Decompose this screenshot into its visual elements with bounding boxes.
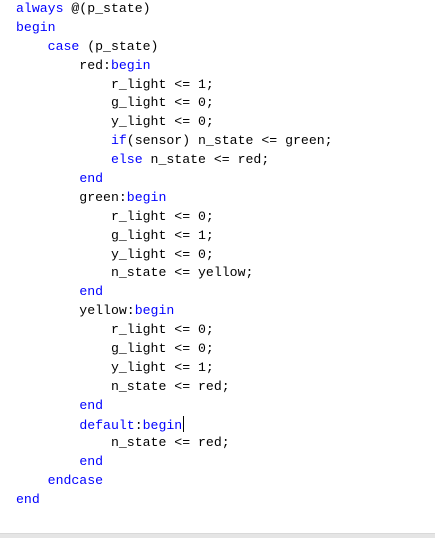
code-line[interactable]: r_light <= 1; [16, 76, 333, 95]
code-line[interactable]: r_light <= 0; [16, 208, 333, 227]
code-token: n_state <= red; [16, 435, 230, 451]
code-token: y_light <= 0; [16, 246, 214, 262]
code-line[interactable]: end [16, 491, 333, 510]
code-token: r_light <= 0; [16, 208, 214, 224]
code-line[interactable]: red:begin [16, 57, 333, 76]
keyword-token: begin [16, 19, 56, 35]
code-line[interactable]: end [16, 397, 333, 416]
code-line[interactable]: always @(p_state) [16, 0, 333, 19]
keyword-token: begin [110, 57, 151, 73]
keyword-token: begin [134, 303, 175, 319]
keyword-token: always [16, 1, 64, 16]
code-token: g_light <= 0; [16, 95, 214, 111]
code-line[interactable]: begin [16, 19, 333, 38]
code-token: g_light <= 0; [16, 341, 214, 357]
code-lines: always @(p_state) begin case (p_state) re… [16, 0, 333, 510]
code-line[interactable]: g_light <= 0; [16, 340, 333, 359]
code-editor[interactable]: always @(p_state) begin case (p_state) re… [0, 0, 435, 538]
code-token: : [134, 417, 143, 433]
keyword-token: endcase [47, 473, 104, 489]
code-token: r_light <= 0; [16, 322, 214, 338]
keyword-token: end [16, 492, 40, 508]
keyword-token: end [79, 284, 104, 300]
code-line[interactable]: case (p_state) [16, 38, 333, 57]
code-token: y_light <= 0; [16, 114, 214, 130]
keyword-token: begin [126, 189, 167, 205]
code-line[interactable]: green:begin [16, 189, 333, 208]
code-token: y_light <= 1; [16, 359, 214, 375]
code-line[interactable]: n_state <= red; [16, 378, 333, 397]
code-token: red: [16, 57, 111, 73]
code-line[interactable]: r_light <= 0; [16, 321, 333, 340]
code-line[interactable]: y_light <= 1; [16, 359, 333, 378]
code-token: n_state <= red; [142, 152, 270, 168]
keyword-token: case [47, 38, 80, 54]
keyword-token: end [79, 397, 104, 413]
code-token: yellow: [16, 303, 135, 319]
code-line[interactable]: y_light <= 0; [16, 113, 333, 132]
keyword-token: else [110, 152, 143, 168]
keyword-token: end [79, 171, 104, 187]
code-line[interactable]: else n_state <= red; [16, 151, 333, 170]
code-line[interactable]: n_state <= red; [16, 434, 333, 453]
code-token: n_state <= yellow; [16, 265, 254, 281]
code-token: green: [16, 189, 127, 205]
code-token: @(p_state) [63, 1, 151, 16]
keyword-token: end [79, 454, 104, 470]
keyword-token: begin [142, 417, 183, 433]
code-line[interactable]: yellow:begin [16, 302, 333, 321]
code-line[interactable]: endcase [16, 472, 333, 491]
code-line[interactable]: end [16, 283, 333, 302]
code-line[interactable]: default:begin [16, 415, 333, 435]
keyword-token: if [110, 133, 127, 149]
code-line[interactable]: if(sensor) n_state <= green; [16, 132, 333, 151]
code-token: (sensor) n_state <= green; [126, 133, 333, 149]
keyword-token: default [79, 417, 135, 433]
code-line[interactable]: y_light <= 0; [16, 246, 333, 265]
text-caret [183, 415, 185, 432]
code-line[interactable]: end [16, 170, 333, 189]
code-line[interactable]: n_state <= yellow; [16, 264, 333, 283]
code-token: r_light <= 1; [16, 76, 214, 92]
code-token: (p_state) [79, 38, 159, 54]
code-line[interactable]: g_light <= 1; [16, 227, 333, 246]
editor-bottom-border [0, 533, 435, 538]
code-token: n_state <= red; [16, 378, 230, 394]
code-token: g_light <= 1; [16, 227, 214, 243]
code-line[interactable]: g_light <= 0; [16, 94, 333, 113]
code-line[interactable]: end [16, 453, 333, 472]
